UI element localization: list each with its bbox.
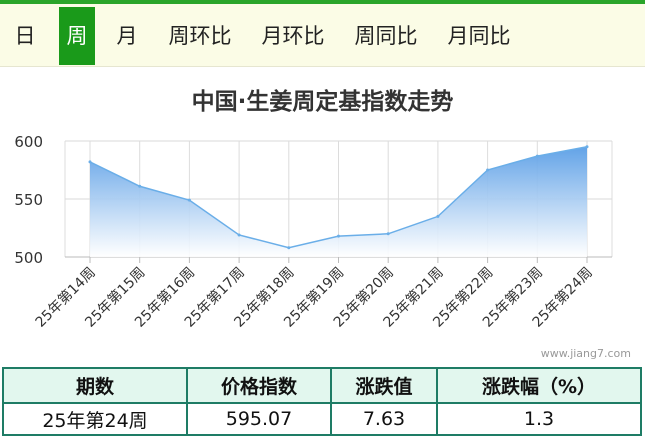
header-change-percent: 涨跌幅（%） bbox=[436, 367, 642, 404]
header-change-value: 涨跌值 bbox=[330, 367, 438, 404]
period-tab-bar: 日 周 月 周环比 月环比 周同比 月同比 bbox=[0, 4, 645, 67]
tab-day[interactable]: 日 bbox=[6, 7, 44, 65]
cell-change-percent: 1.3 bbox=[436, 402, 642, 436]
y-tick-label: 550 bbox=[14, 191, 43, 209]
data-point bbox=[386, 232, 390, 236]
cell-period: 25年第24周 bbox=[2, 402, 188, 436]
chart-title: 中国·生姜周定基指数走势 bbox=[191, 89, 454, 115]
cell-change-value: 7.63 bbox=[330, 402, 438, 436]
data-point bbox=[237, 233, 241, 237]
tab-week-on-week[interactable]: 周环比 bbox=[160, 7, 240, 65]
tab-month[interactable]: 月 bbox=[108, 7, 146, 65]
y-tick-label: 600 bbox=[14, 133, 43, 151]
watermark: www.jiang7.com bbox=[540, 347, 631, 360]
table-row: 25年第24周 595.07 7.63 1.3 bbox=[2, 402, 642, 436]
data-point bbox=[287, 246, 291, 250]
index-trend-chart: 50055060025年第14周25年第15周25年第16周25年第17周25年… bbox=[14, 133, 613, 331]
header-price-index: 价格指数 bbox=[186, 367, 332, 404]
data-point bbox=[187, 198, 191, 202]
data-point bbox=[535, 154, 539, 158]
data-point bbox=[138, 184, 142, 188]
data-point bbox=[486, 168, 490, 172]
data-point bbox=[337, 234, 340, 238]
index-summary-table: 期数 价格指数 涨跌值 涨跌幅（%） 25年第24周 595.07 7.63 1… bbox=[2, 367, 642, 436]
cell-price-index: 595.07 bbox=[186, 402, 332, 436]
table-header-row: 期数 价格指数 涨跌值 涨跌幅（%） bbox=[2, 367, 642, 404]
y-tick-label: 500 bbox=[14, 249, 43, 267]
data-point bbox=[436, 214, 440, 218]
data-point bbox=[88, 160, 92, 164]
data-point bbox=[585, 145, 589, 149]
tab-month-on-month[interactable]: 月环比 bbox=[253, 7, 333, 65]
header-period: 期数 bbox=[2, 367, 188, 404]
tab-month-year-on-year[interactable]: 月同比 bbox=[439, 7, 519, 65]
tab-week[interactable]: 周 bbox=[59, 7, 95, 65]
tab-week-year-on-year[interactable]: 周同比 bbox=[346, 7, 426, 65]
